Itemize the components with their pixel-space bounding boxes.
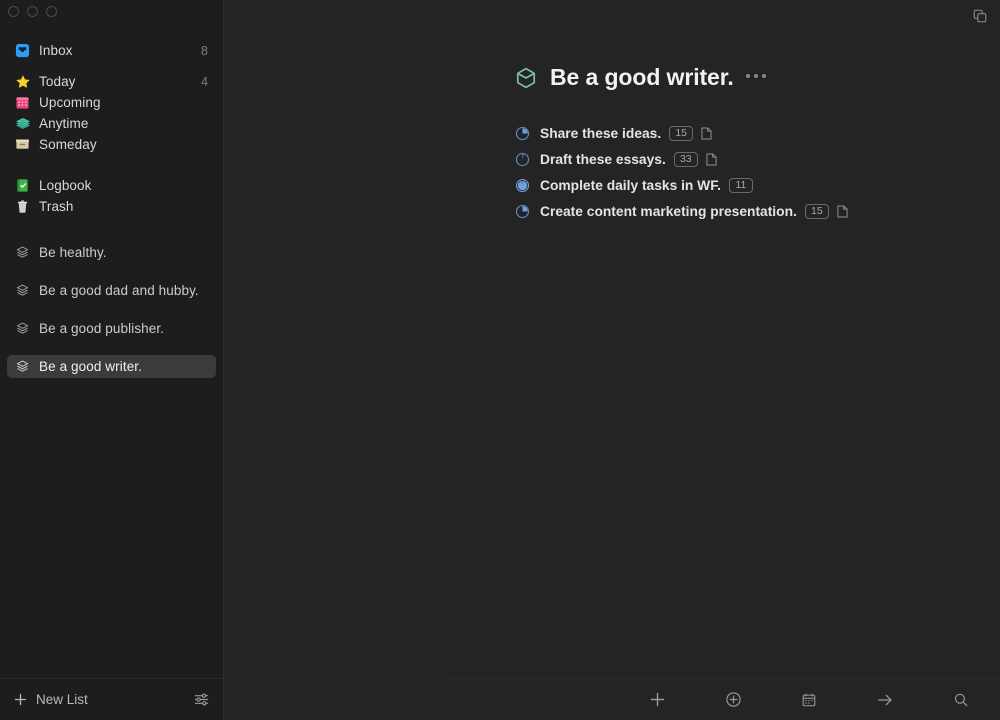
sidebar-item-be-a-good-dad-and-hubby[interactable]: Be a good dad and hubby. [7, 279, 216, 302]
sidebar-divider-gap-2 [0, 155, 223, 175]
plus-icon [14, 693, 27, 706]
sidebar-item-label: Inbox [39, 43, 73, 58]
task-row[interactable]: Draft these essays. 33 [514, 146, 1000, 172]
layers-icon [14, 115, 31, 132]
star-icon [14, 73, 31, 90]
move-button[interactable] [873, 688, 897, 712]
circle-plus-icon [725, 691, 742, 708]
sidebar-item-be-a-good-writer[interactable]: Be a good writer. [7, 355, 216, 378]
task-title: Create content marketing presentation. [540, 203, 797, 219]
area-gap-3 [0, 340, 223, 355]
new-todo-button[interactable] [645, 688, 669, 712]
sidebar-item-label: Logbook [39, 178, 92, 193]
dot [745, 74, 750, 78]
new-heading-button[interactable] [721, 688, 745, 712]
plus-icon [649, 691, 666, 708]
task-title: Share these ideas. [540, 125, 662, 141]
project-content: Be a good writer. Share these ideas. 15 … [224, 0, 1000, 224]
progress-pie-icon[interactable] [514, 203, 531, 220]
progress-pie-icon[interactable] [514, 177, 531, 194]
sidebar-item-count: 8 [201, 43, 208, 58]
task-list: Share these ideas. 15 Draft these essays… [514, 120, 1000, 224]
task-row[interactable]: Create content marketing presentation. 1… [514, 198, 1000, 224]
project-hexagon-icon [514, 66, 538, 90]
sidebar-item-trash[interactable]: Trash [7, 196, 216, 217]
sidebar-item-label: Someday [39, 137, 97, 152]
task-title: Draft these essays. [540, 151, 666, 167]
logbook-icon [14, 177, 31, 194]
arrow-right-icon [876, 691, 894, 709]
progress-pie-icon[interactable] [514, 151, 531, 168]
sidebar-item-label: Be healthy. [39, 245, 107, 260]
area-stack-icon [14, 244, 31, 261]
calendar-icon [801, 692, 817, 708]
sidebar-item-label: Be a good dad and hubby. [39, 283, 199, 298]
note-document-icon [837, 204, 848, 218]
page-title: Be a good writer. [550, 64, 734, 90]
sidebar-item-logbook[interactable]: Logbook [7, 175, 216, 196]
sidebar-item-count: 4 [201, 74, 208, 89]
sidebar: Inbox 8 Today 4 Upcoming Anytime Someday… [0, 0, 224, 720]
sidebar-item-label: Upcoming [39, 95, 101, 110]
sidebar-item-label: Today [39, 74, 76, 89]
zoom-button[interactable] [46, 5, 57, 17]
progress-pie-icon[interactable] [514, 125, 531, 142]
bottom-toolbar [448, 678, 1000, 720]
new-list-label: New List [36, 692, 88, 707]
search-button[interactable] [949, 688, 973, 712]
sidebar-item-inbox[interactable]: Inbox 8 [7, 40, 216, 61]
sidebar-item-be-healthy[interactable]: Be healthy. [7, 241, 216, 264]
task-count-badge: 11 [728, 177, 753, 193]
sidebar-footer: New List [0, 678, 224, 720]
sidebar-item-anytime[interactable]: Anytime [7, 113, 216, 134]
area-stack-icon [14, 358, 31, 375]
task-title: Complete daily tasks in WF. [540, 177, 721, 193]
sidebar-item-label: Trash [39, 199, 74, 214]
ellipsis-icon[interactable] [745, 74, 766, 81]
window-traffic-lights [0, 0, 223, 22]
when-button[interactable] [797, 688, 821, 712]
task-count-badge: 15 [804, 203, 829, 219]
sidebar-nav: Inbox 8 Today 4 Upcoming Anytime Someday… [0, 22, 223, 378]
note-document-icon [701, 126, 712, 140]
project-header: Be a good writer. [514, 64, 1000, 91]
sidebar-item-upcoming[interactable]: Upcoming [7, 92, 216, 113]
sidebar-areas-gap [0, 217, 223, 241]
task-count-badge: 15 [669, 125, 694, 141]
sidebar-divider-gap [0, 61, 223, 71]
task-row[interactable]: Complete daily tasks in WF. 11 [514, 172, 1000, 198]
trash-icon [14, 198, 31, 215]
note-document-icon [706, 152, 717, 166]
area-gap-2 [0, 302, 223, 317]
archive-box-icon [14, 136, 31, 153]
search-icon [953, 692, 969, 708]
task-count-badge: 33 [673, 151, 698, 167]
bottom-toolbar-buttons [645, 688, 973, 712]
calendar-icon [14, 94, 31, 111]
minimize-button[interactable] [27, 5, 38, 17]
area-stack-icon [14, 320, 31, 337]
sidebar-item-someday[interactable]: Someday [7, 134, 216, 155]
dot [761, 74, 766, 78]
sidebar-item-label: Anytime [39, 116, 89, 131]
close-button[interactable] [8, 5, 19, 17]
area-stack-icon [14, 282, 31, 299]
task-row[interactable]: Share these ideas. 15 [514, 120, 1000, 146]
sidebar-item-be-a-good-publisher[interactable]: Be a good publisher. [7, 317, 216, 340]
things-app-window: Inbox 8 Today 4 Upcoming Anytime Someday… [0, 0, 1000, 720]
window-stack-icon[interactable] [970, 6, 990, 26]
dot [753, 74, 758, 78]
new-list-button[interactable]: New List [14, 692, 88, 707]
inbox-tray-icon [14, 42, 31, 59]
sidebar-item-label: Be a good writer. [39, 359, 143, 374]
main-panel: Be a good writer. Share these ideas. 15 … [224, 0, 1000, 720]
sidebar-item-label: Be a good publisher. [39, 321, 165, 336]
sliders-icon[interactable] [193, 691, 210, 708]
sidebar-item-today[interactable]: Today 4 [7, 71, 216, 92]
area-gap-1 [0, 264, 223, 279]
